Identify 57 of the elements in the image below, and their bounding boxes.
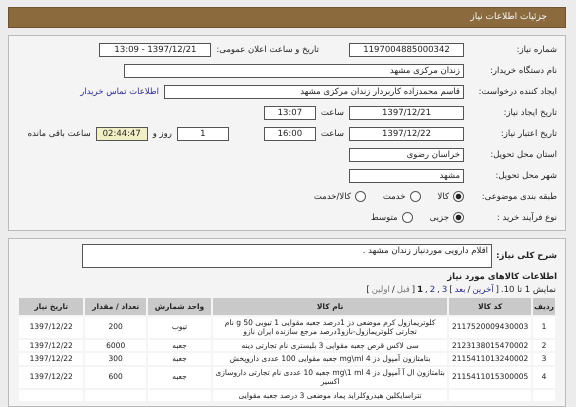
- text-field[interactable]: 1: [176, 126, 229, 140]
- text-field[interactable]: 1197004885000342: [349, 42, 464, 56]
- text-field[interactable]: 1397/12/21: [349, 106, 464, 120]
- contact-link[interactable]: اطلاعات تماس خریدار: [80, 86, 159, 96]
- pagination-text: نمایش 1 تا 10.: [500, 284, 556, 294]
- field-label: نام دستگاه خریدار:: [489, 66, 557, 76]
- field-label: تاریخ اعتبار نیاز:: [500, 128, 557, 138]
- radio-label: متوسط: [370, 212, 398, 222]
- field-label: شهر محل تحویل:: [494, 170, 557, 180]
- pagination-text: ]: [449, 284, 453, 294]
- radio-label: کالا/خدمت: [314, 192, 351, 202]
- field-label: ساعت: [320, 108, 344, 118]
- field-label: ایجاد کننده درخواست:: [478, 86, 557, 96]
- field-label: ساعت باقی مانده: [28, 128, 91, 138]
- radio-button[interactable]: [402, 212, 413, 223]
- page-title: جزئیات اطلاعات نیاز: [470, 12, 547, 22]
- radio-button[interactable]: [410, 191, 421, 202]
- field-label: تاریخ و ساعت اعلان عمومی:: [216, 44, 319, 54]
- radio-label: جزیی: [430, 212, 449, 222]
- section-title: اطلاعات کالاهای مورد نیاز: [446, 272, 557, 282]
- page-link[interactable]: 2: [430, 284, 436, 294]
- page-link[interactable]: بعد: [454, 284, 466, 294]
- page-link[interactable]: آخرین: [472, 284, 494, 294]
- field-label: نوع فرآیند خرید :: [496, 212, 557, 222]
- pagination-text: ]: [366, 284, 370, 294]
- text-field[interactable]: خراسان رضوی: [349, 148, 464, 162]
- radio-label: خدمت: [382, 192, 406, 202]
- pagination-text: /: [392, 284, 395, 294]
- field-label: ساعت: [320, 128, 344, 138]
- page-link[interactable]: 3: [442, 284, 448, 294]
- text-field[interactable]: مشهد: [349, 168, 464, 182]
- pagination-text: [: [412, 284, 416, 294]
- field-label: طبقه بندی موضوعی:: [480, 192, 557, 202]
- text-field[interactable]: 1397/12/22: [349, 126, 464, 140]
- text-field[interactable]: 1397/12/21 - 13:09: [99, 42, 212, 56]
- pagination-text: اولین: [372, 284, 390, 294]
- text-field[interactable]: 13:07: [264, 106, 316, 120]
- field-label: شماره نیاز:: [516, 44, 557, 54]
- pagination-text: /: [468, 284, 470, 294]
- pagination-text: 1: [417, 284, 424, 294]
- radio-button[interactable]: [453, 191, 464, 202]
- pagination-text: [: [496, 284, 499, 294]
- pagination-text: ,: [425, 284, 428, 294]
- field-label: استان محل تحویل:: [489, 150, 557, 160]
- pagination-text: ,: [437, 284, 440, 294]
- text-field[interactable]: زندان مرکزی مشهد: [124, 64, 464, 78]
- radio-label: کالا: [438, 192, 449, 202]
- radio-button[interactable]: [453, 212, 464, 223]
- countdown-field: 02:44:47: [96, 126, 148, 140]
- text-field[interactable]: قاسم محمدزاده کاربردار زندان مرکزی مشهد: [164, 84, 464, 98]
- text-field[interactable]: 16:00: [264, 126, 316, 140]
- field-label: تاریخ ایجاد نیاز:: [502, 108, 557, 118]
- description-box: اقلام دارویی موردنیاز زندان مشهد .: [82, 244, 492, 268]
- field-label: شرح کلی نیاز:: [497, 251, 557, 261]
- pagination-text: قبل: [396, 284, 410, 294]
- radio-button[interactable]: [354, 191, 366, 202]
- field-label: روز و: [152, 128, 172, 138]
